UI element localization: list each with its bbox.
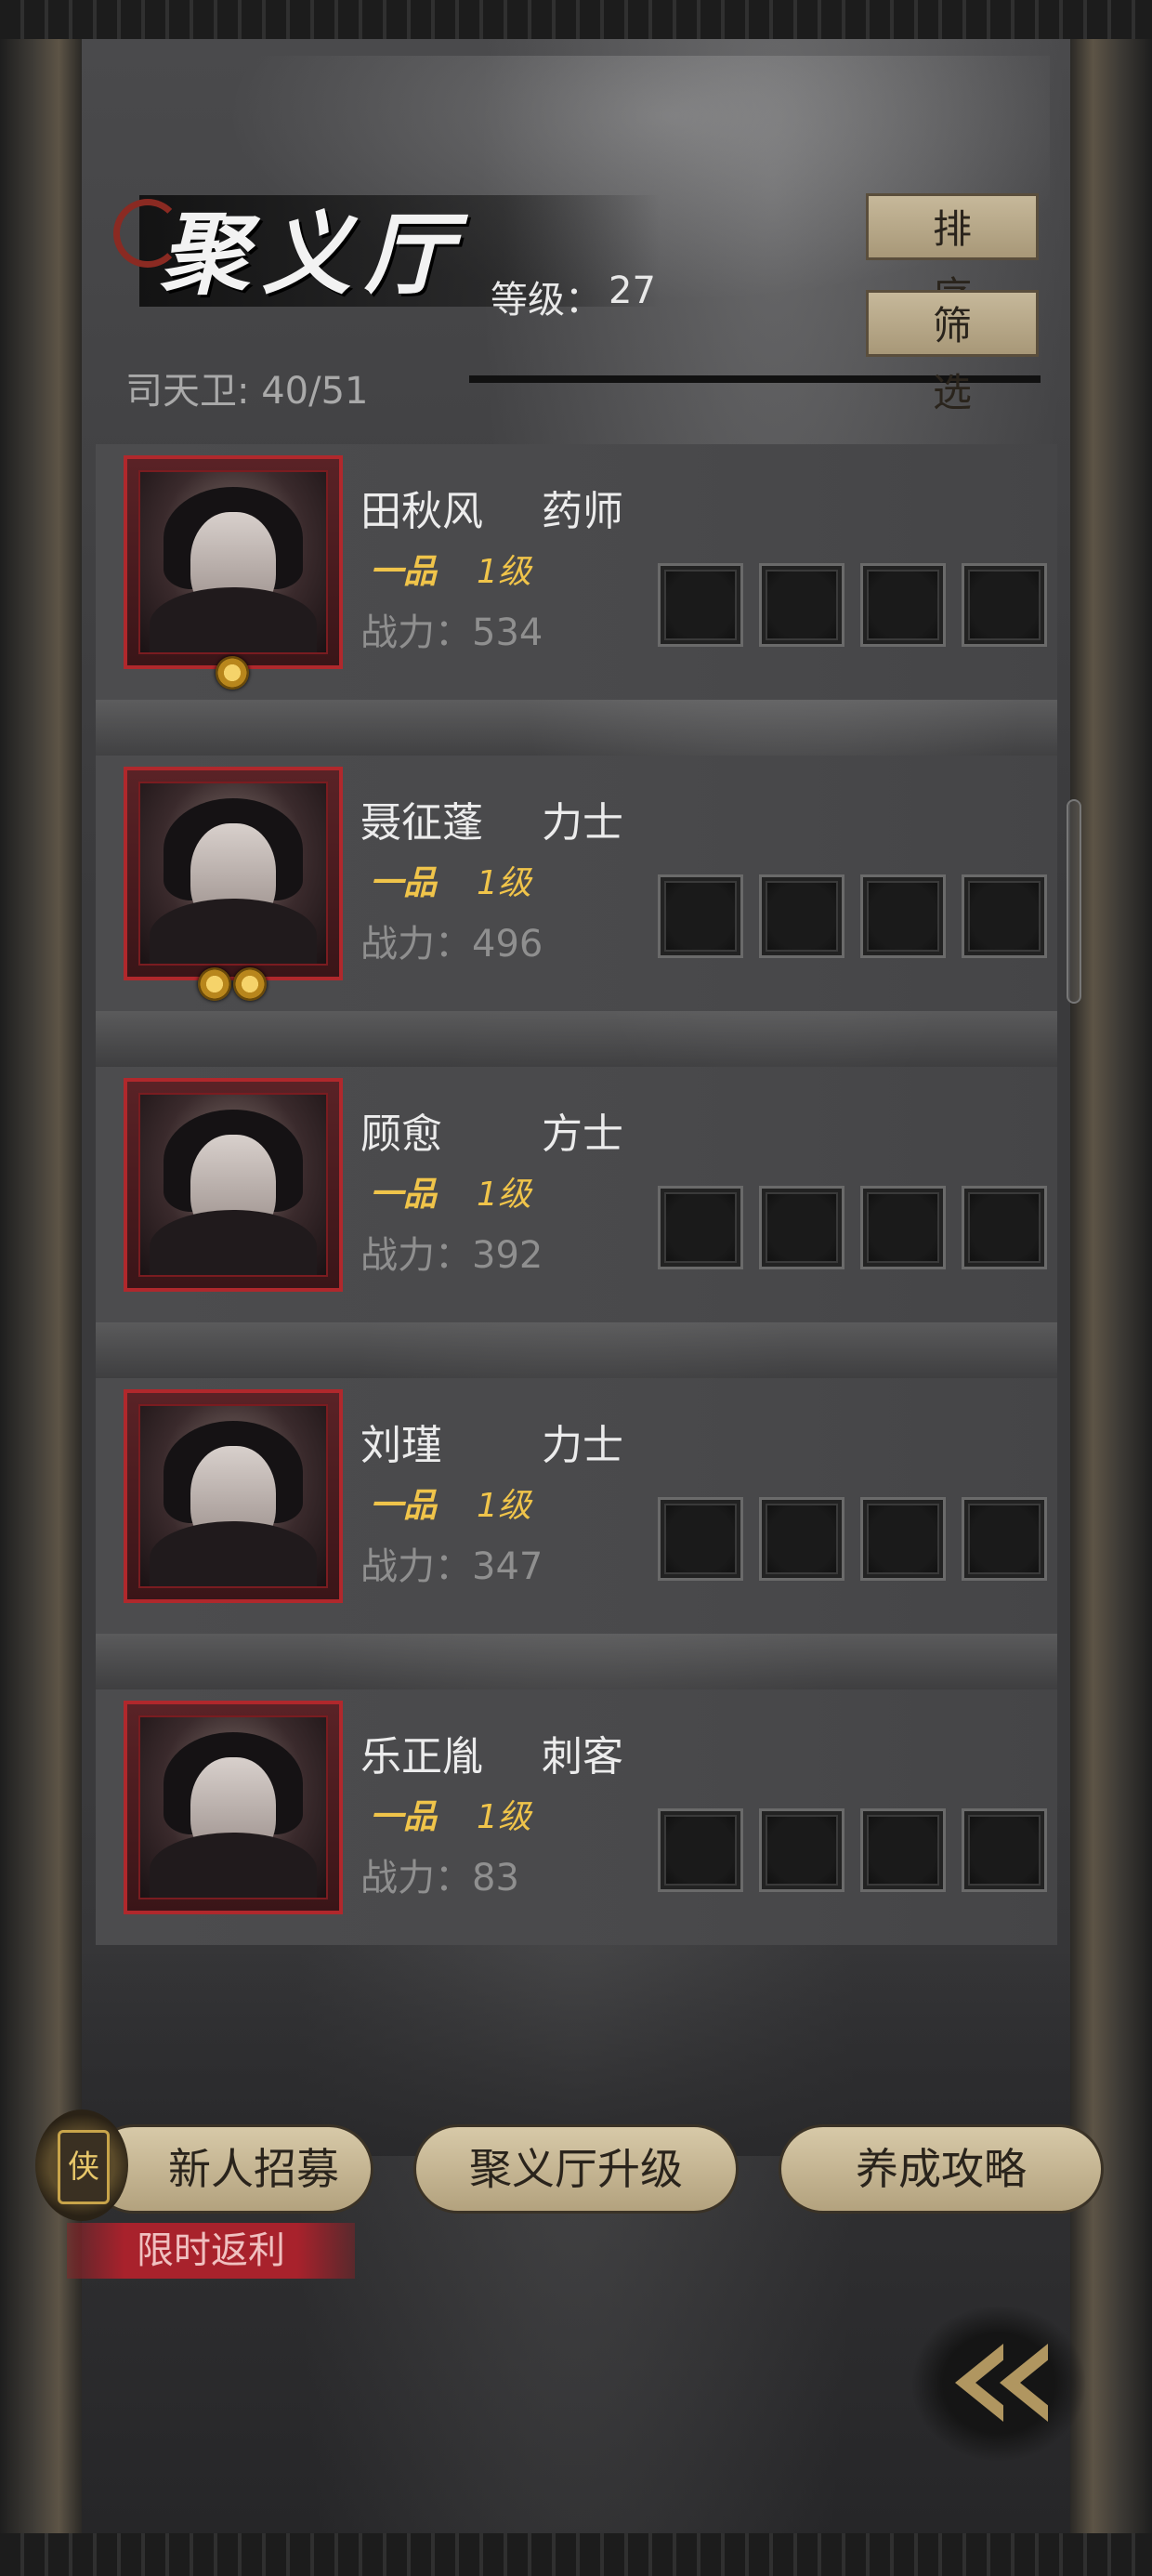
- page-title: 聚义厅: [160, 202, 466, 307]
- equipment-slot[interactable]: [658, 563, 743, 647]
- hero-rank: 一品: [370, 864, 438, 902]
- hero-name: 乐正胤: [360, 1733, 483, 1781]
- hero-portrait-art: [138, 1093, 328, 1277]
- hero-class: 力士: [542, 799, 623, 847]
- equipment-slot[interactable]: [860, 874, 946, 958]
- hero-portrait[interactable]: [124, 1389, 343, 1603]
- hero-level: 1级: [477, 1176, 531, 1214]
- hero-power: 战力：496: [360, 923, 543, 966]
- hero-power: 战力：83: [360, 1857, 519, 1899]
- hero-portrait[interactable]: [124, 455, 343, 669]
- star-badge-icon: [233, 967, 267, 1001]
- hall-level-label: 等级：: [491, 279, 602, 322]
- hero-row[interactable]: 刘瑾 力士一品 1级战力：347: [96, 1378, 1057, 1689]
- equipment-slot[interactable]: [759, 1497, 844, 1581]
- hero-row[interactable]: 乐正胤 刺客一品 1级战力：83: [96, 1689, 1057, 1945]
- hero-level: 1级: [477, 1487, 531, 1525]
- hero-portrait-art: [138, 1715, 328, 1899]
- row-divider: [96, 700, 1057, 756]
- hero-row[interactable]: 田秋风 药师一品 1级战力：534: [96, 444, 1057, 756]
- hall-upgrade-button-label: 聚义厅升级: [469, 2144, 683, 2194]
- equipment-slot[interactable]: [860, 1497, 946, 1581]
- equipment-slot[interactable]: [962, 563, 1047, 647]
- hero-row[interactable]: 顾愈 方士一品 1级战力：392: [96, 1067, 1057, 1378]
- hero-power: 战力：534: [360, 611, 543, 654]
- hero-row[interactable]: 聂征蓬 力士一品 1级战力：496: [96, 756, 1057, 1067]
- equipment-slot[interactable]: [860, 563, 946, 647]
- equipment-slot[interactable]: [860, 1808, 946, 1892]
- equipment-slot[interactable]: [962, 1808, 1047, 1892]
- equipment-slot[interactable]: [962, 1497, 1047, 1581]
- hero-class: 刺客: [542, 1733, 623, 1781]
- hero-class: 力士: [542, 1422, 623, 1469]
- hero-power: 战力：347: [360, 1545, 543, 1588]
- hero-star-badges: [216, 656, 249, 693]
- hero-portrait[interactable]: [124, 767, 343, 980]
- hero-level: 1级: [477, 553, 531, 591]
- hero-level: 1级: [477, 1798, 531, 1836]
- hall-upgrade-button[interactable]: 聚义厅升级: [413, 2124, 739, 2214]
- hero-class: 药师: [542, 488, 623, 535]
- hero-name: 刘瑾: [360, 1422, 442, 1469]
- equipment-slot[interactable]: [759, 563, 844, 647]
- recruit-badge-glyph: 侠: [58, 2130, 110, 2204]
- guard-count: 司天卫: 40/51: [125, 370, 369, 413]
- hero-portrait[interactable]: [124, 1078, 343, 1292]
- equipment-slot[interactable]: [759, 1186, 844, 1269]
- recruit-button[interactable]: 新人招募: [89, 2124, 373, 2214]
- equipment-slot[interactable]: [759, 874, 844, 958]
- hero-portrait-art: [138, 470, 328, 654]
- hero-rank: 一品: [370, 1487, 438, 1525]
- hero-portrait-art: [138, 782, 328, 966]
- hero-class: 方士: [542, 1111, 623, 1158]
- hero-level: 1级: [477, 864, 531, 902]
- equipment-slot[interactable]: [962, 874, 1047, 958]
- recruit-button-label: 新人招募: [168, 2144, 339, 2194]
- equipment-slot[interactable]: [658, 1497, 743, 1581]
- back-button[interactable]: [910, 2305, 1087, 2463]
- hero-name: 田秋风: [360, 488, 483, 535]
- equipment-slot[interactable]: [962, 1186, 1047, 1269]
- equipment-slot[interactable]: [658, 1186, 743, 1269]
- hero-name: 聂征蓬: [360, 799, 483, 847]
- recruit-badge-icon[interactable]: 侠: [35, 2109, 128, 2221]
- row-divider: [96, 1634, 1057, 1689]
- top-frame: [0, 0, 1152, 39]
- equipment-slot[interactable]: [759, 1808, 844, 1892]
- hero-power: 战力：392: [360, 1234, 543, 1277]
- hero-rank: 一品: [370, 553, 438, 591]
- row-divider: [96, 1322, 1057, 1378]
- hero-portrait[interactable]: [124, 1701, 343, 1914]
- hero-rank: 一品: [370, 1176, 438, 1214]
- filter-button[interactable]: 筛选: [866, 290, 1039, 415]
- hero-star-badges: [198, 967, 267, 1005]
- bottom-frame: [0, 2533, 1152, 2576]
- promo-ribbon[interactable]: 限时返利: [67, 2223, 355, 2279]
- equipment-slot[interactable]: [658, 1808, 743, 1892]
- guide-button[interactable]: 养成攻略: [779, 2124, 1104, 2214]
- hero-name: 顾愈: [360, 1111, 442, 1158]
- equipment-slot[interactable]: [658, 874, 743, 958]
- hall-level-value: 27: [609, 269, 656, 312]
- hero-rank: 一品: [370, 1798, 438, 1836]
- row-divider: [96, 1011, 1057, 1067]
- star-badge-icon: [198, 967, 231, 1001]
- hero-portrait-art: [138, 1404, 328, 1588]
- guide-button-label: 养成攻略: [856, 2144, 1027, 2194]
- star-badge-icon: [216, 656, 249, 690]
- sort-button[interactable]: 排序: [866, 193, 1039, 319]
- equipment-slot[interactable]: [860, 1186, 946, 1269]
- list-scrollbar[interactable]: [1067, 799, 1081, 1004]
